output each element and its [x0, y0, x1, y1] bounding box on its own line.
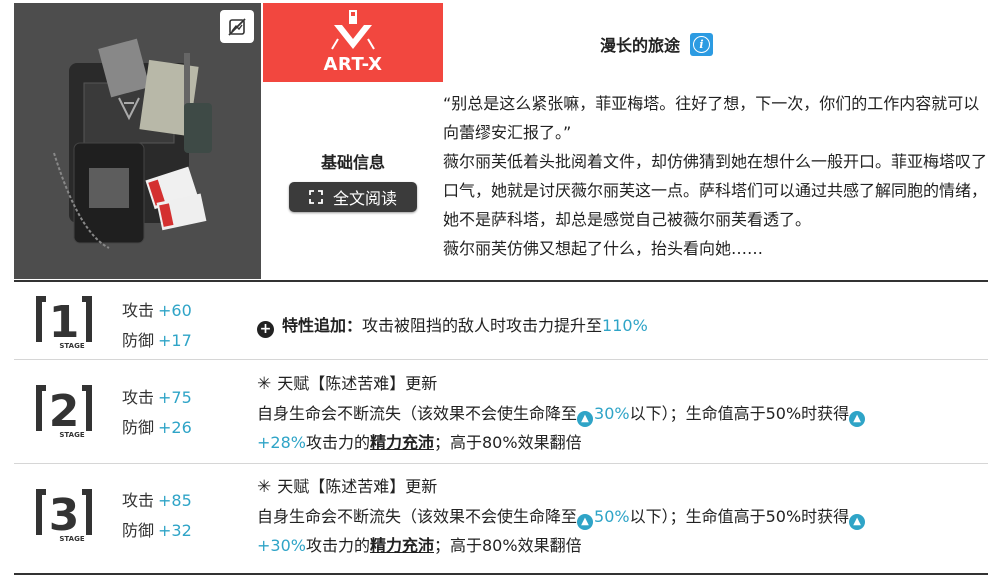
- stage-2-effect: ✳ 天赋【陈述苦难】更新 自身生命会不断流失（该效果不会使生命降至 ▲ 30%以下）；…: [257, 369, 987, 457]
- effect-value: 50%: [594, 507, 630, 526]
- def-label: 防御: [122, 521, 155, 540]
- story-title-text: 漫长的旅途: [600, 36, 681, 55]
- story-fade-overlay: [443, 255, 988, 279]
- module-bag-illustration: [53, 38, 212, 249]
- effect-text: 自身生命会不断流失（该效果不会使生命降至: [257, 507, 578, 526]
- arrow-up-icon: ▲: [849, 514, 866, 530]
- stage-row-1: 1 STAGE 攻击 +60 防御 +17 + 特性追加：攻击被阻挡的敌人时攻击力提升…: [14, 282, 988, 360]
- trait-add-icon: +: [257, 320, 274, 338]
- talent-star-icon: ✳: [257, 374, 272, 394]
- stage-3-effect: ✳ 天赋【陈述苦难】更新 自身生命会不断流失（该效果不会使生命降至 ▲ 50%以下）；…: [257, 472, 987, 560]
- keyword-link[interactable]: 精力充沛: [370, 536, 434, 555]
- stage-1-stats: 攻击 +60 防御 +17: [122, 296, 192, 356]
- stage-3-number: 3: [49, 490, 80, 541]
- read-full-button[interactable]: 全文阅读: [289, 182, 417, 212]
- stage-2-stats: 攻击 +75 防御 +26: [122, 383, 192, 443]
- trait-value: 110%: [602, 316, 648, 335]
- arrow-up-icon: ▲: [577, 514, 594, 530]
- talent-header: 天赋【陈述苦难】更新: [277, 374, 438, 393]
- basic-info-title: 基础信息: [320, 153, 385, 172]
- module-image: [14, 3, 261, 279]
- stage-3-label: STAGE: [59, 535, 84, 543]
- def-value: +26: [158, 418, 192, 437]
- arrow-up-icon: ▲: [849, 411, 866, 427]
- story-text: “别总是这么紧张嘛，菲亚梅塔。往好了想，下一次，你们的工作内容就可以向蕾缪安汇报…: [443, 89, 988, 273]
- module-type-banner: ART-X: [263, 3, 443, 82]
- def-value: +17: [158, 331, 192, 350]
- atk-value: +75: [158, 388, 192, 407]
- stage-row-2: 2 STAGE 攻击 +75 防御 +26 ✳ 天赋【陈述苦难】更新 自身生命会不断流…: [14, 361, 988, 464]
- effect-text: ；高于80%效果翻倍: [434, 433, 582, 452]
- talent-header: 天赋【陈述苦难】更新: [277, 477, 438, 496]
- stage-1-effect: + 特性追加：攻击被阻挡的敌人时攻击力提升至110%: [257, 311, 987, 340]
- atk-label: 攻击: [122, 491, 155, 510]
- keyword-link[interactable]: 精力充沛: [370, 433, 434, 452]
- stage-2-number: 2: [49, 386, 80, 437]
- image-toggle-icon: [228, 17, 246, 36]
- stage-2-label: STAGE: [59, 431, 84, 439]
- stage-3-stats: 攻击 +85 防御 +32: [122, 486, 192, 546]
- story-paragraph: “别总是这么紧张嘛，菲亚梅塔。往好了想，下一次，你们的工作内容就可以向蕾缪安汇报…: [443, 94, 980, 142]
- effect-text: ；高于80%效果翻倍: [434, 536, 582, 555]
- effect-value: +30%: [257, 536, 306, 555]
- read-full-label: 全文阅读: [332, 189, 397, 208]
- bottom-divider: [14, 573, 988, 575]
- stage-1-number: 1: [49, 297, 80, 348]
- trait-label: 特性追加：: [282, 316, 363, 335]
- story-paragraph: 薇尔丽芙低着头批阅着文件，却仿佛猜到她在想什么一般开口。菲亚梅塔叹了口气，她就是…: [443, 152, 988, 229]
- stage-row-3: 3 STAGE 攻击 +85 防御 +32 ✳ 天赋【陈述苦难】更新 自身生命会不断流…: [14, 465, 988, 571]
- atk-value: +60: [158, 301, 192, 320]
- atk-label: 攻击: [122, 301, 155, 320]
- module-header: ART-X 基础信息 全文阅读 漫长的旅途 i “别总是这么紧张嘛，菲亚梅塔。往…: [0, 0, 1000, 281]
- arrow-up-icon: ▲: [577, 411, 594, 427]
- effect-text: 以下）；生命值高于50%时获得: [629, 507, 850, 526]
- stage-3-badge-icon: 3 STAGE: [36, 489, 92, 543]
- def-label: 防御: [122, 418, 155, 437]
- stage-2-badge-icon: 2 STAGE: [36, 385, 92, 439]
- effect-value: 30%: [594, 404, 630, 423]
- story-title: 漫长的旅途 i: [600, 32, 714, 56]
- stage-1-badge-icon: 1 STAGE: [36, 296, 92, 350]
- info-icon[interactable]: i: [690, 32, 714, 56]
- effect-text: 攻击力的: [305, 433, 370, 452]
- module-type-name: ART-X: [323, 54, 383, 75]
- atk-value: +85: [158, 491, 192, 510]
- effect-text: 以下）；生命值高于50%时获得: [629, 404, 850, 423]
- effect-value: +28%: [257, 433, 306, 452]
- def-value: +32: [158, 521, 192, 540]
- def-label: 防御: [122, 331, 155, 350]
- effect-text: 自身生命会不断流失（该效果不会使生命降至: [257, 404, 578, 423]
- talent-star-icon: ✳: [257, 477, 272, 497]
- module-type-emblem-icon: [331, 10, 375, 50]
- trait-text: 攻击被阻挡的敌人时攻击力提升至: [362, 316, 603, 335]
- expand-icon: [309, 190, 323, 204]
- atk-label: 攻击: [122, 388, 155, 407]
- image-toggle-button[interactable]: [220, 10, 254, 43]
- effect-text: 攻击力的: [305, 536, 370, 555]
- stage-1-label: STAGE: [59, 342, 84, 350]
